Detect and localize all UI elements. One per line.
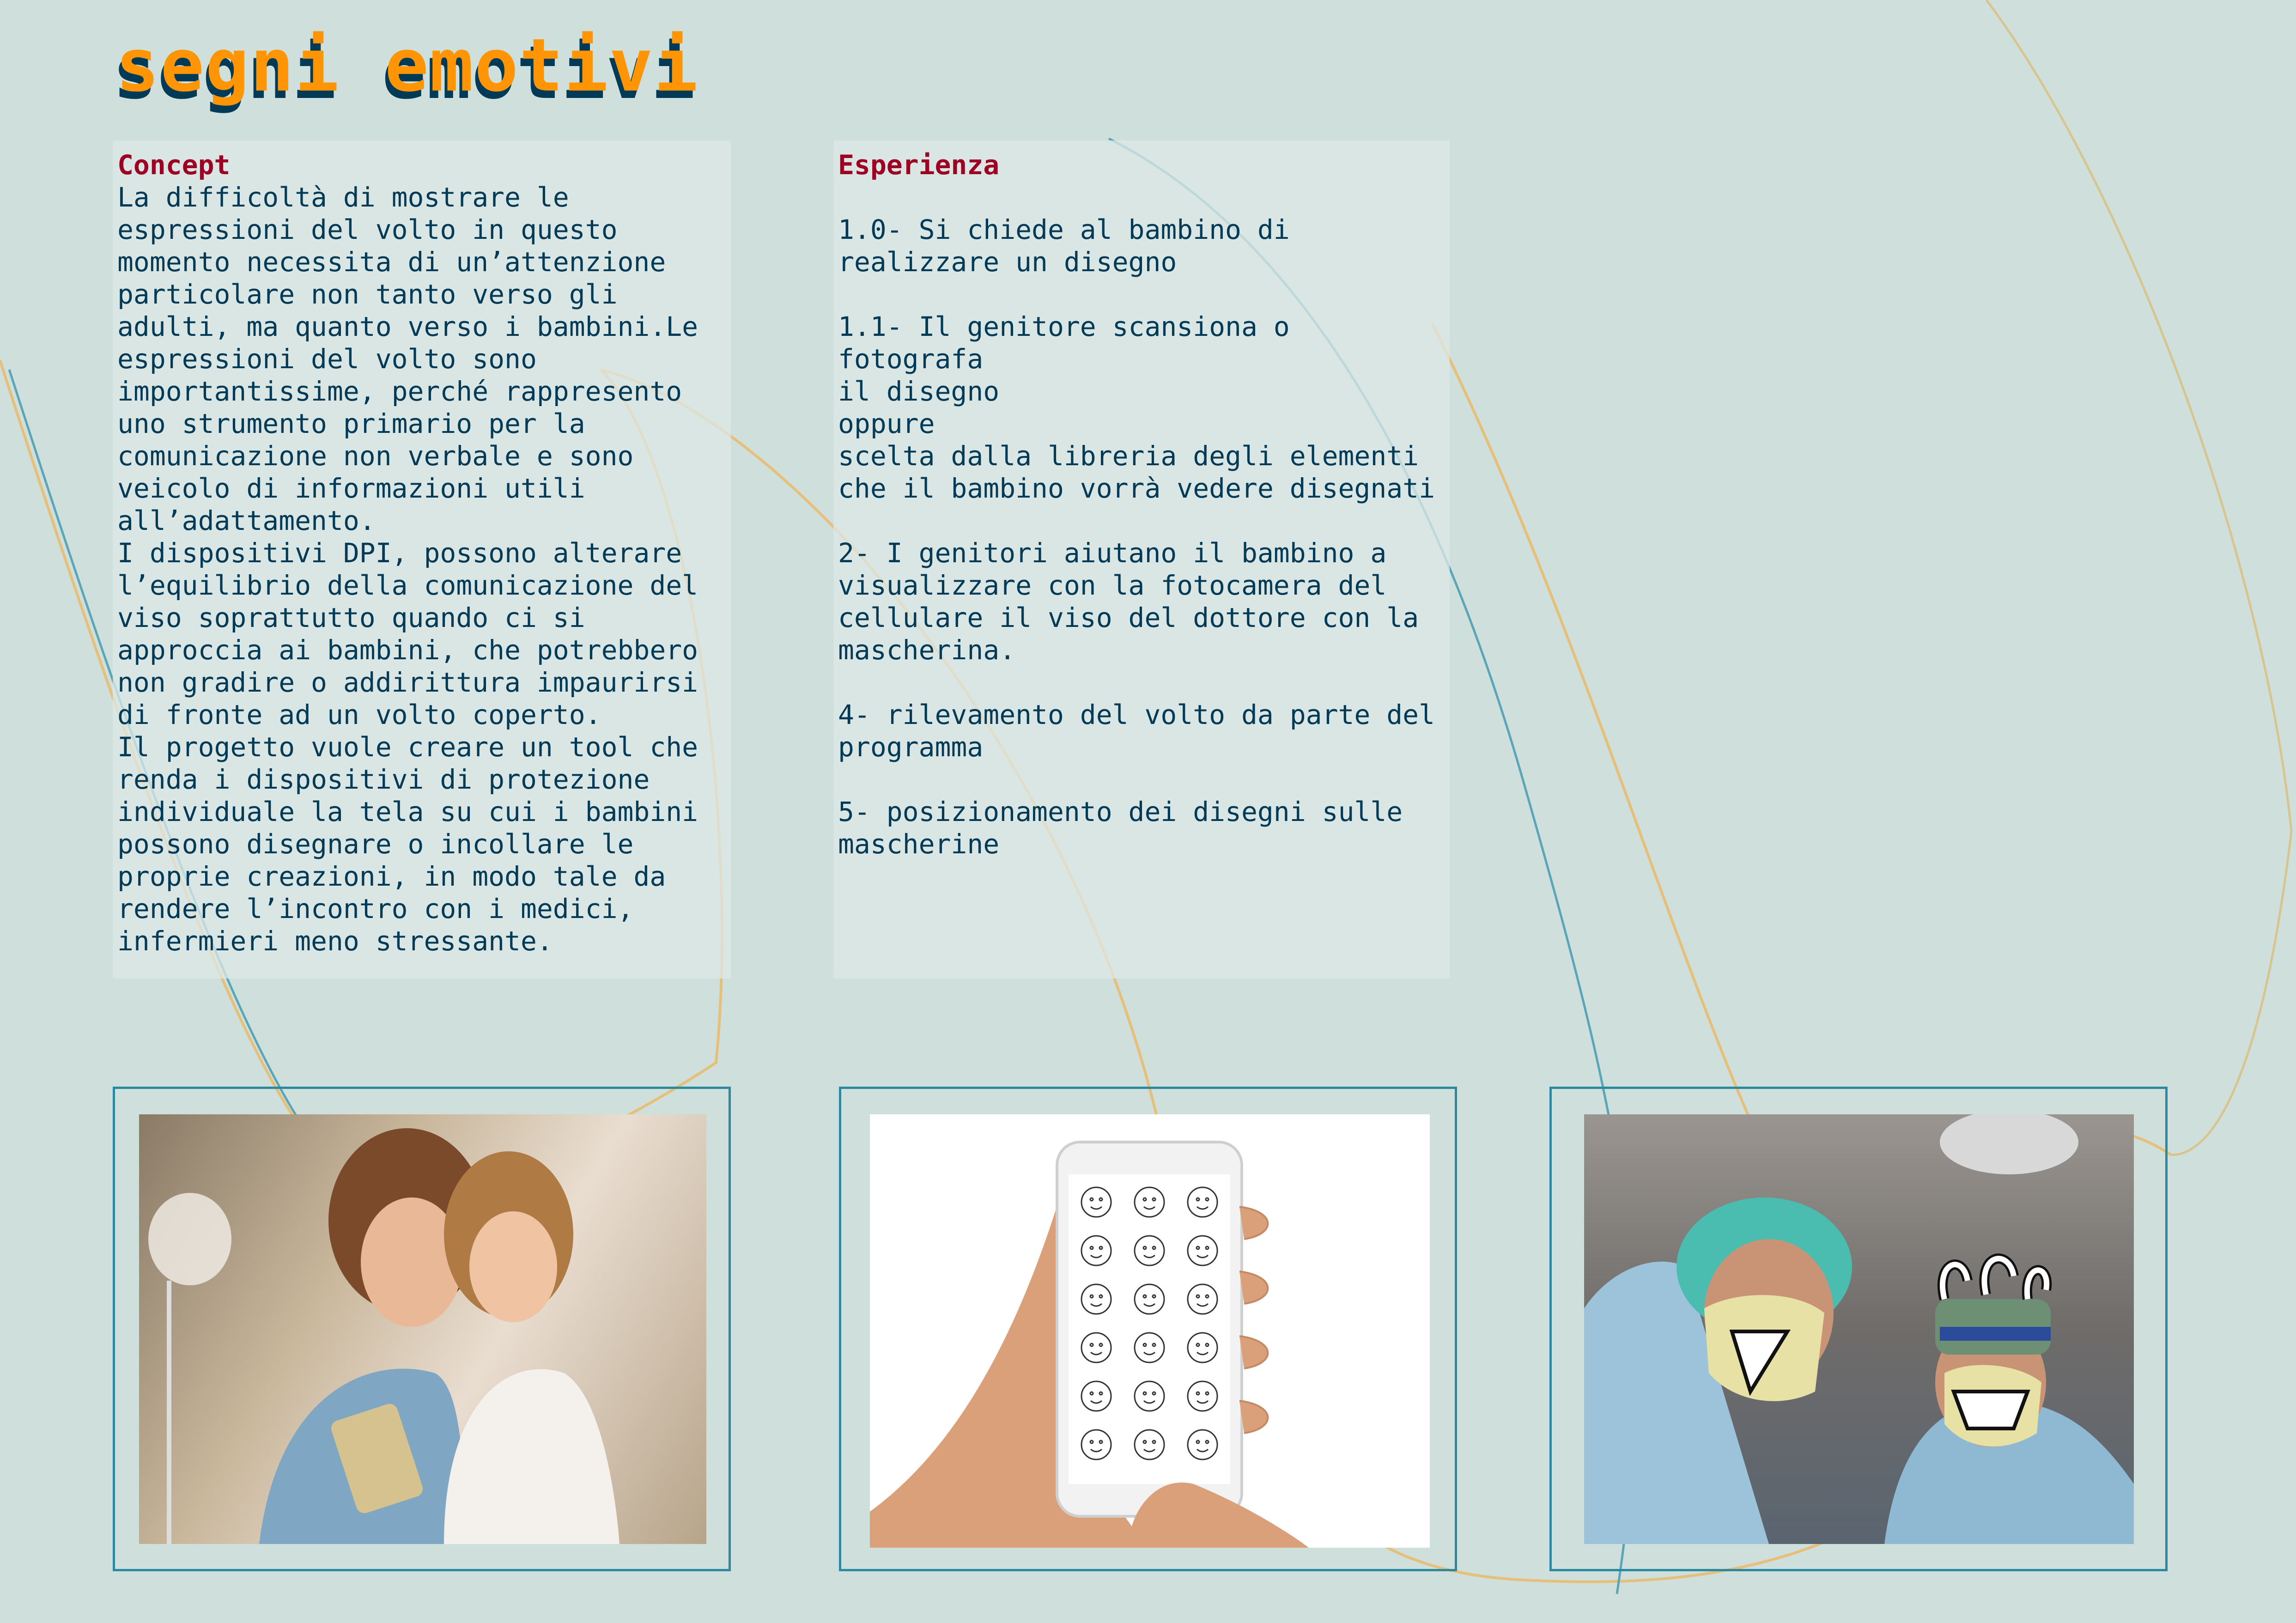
experience-panel: Esperienza 1.0- Si chiede al bambino di … — [833, 140, 1450, 979]
experience-heading: Esperienza — [838, 149, 1000, 181]
page-title: segni emotivi segni emotivi — [113, 23, 699, 115]
photo-frame-3 — [1549, 1087, 2168, 1571]
photo-frame-2 — [839, 1087, 1457, 1571]
doctors-illustration — [1584, 1114, 2134, 1544]
photo-phone-drawings — [870, 1114, 1430, 1548]
concept-heading: Concept — [117, 149, 231, 181]
mother-daughter-illustration — [148, 1128, 620, 1544]
photo-mother-daughter — [139, 1114, 706, 1544]
title-text: segni emotivi — [115, 23, 699, 108]
experience-text: 1.0- Si chiede al bambino di realizzare … — [838, 214, 1435, 860]
concept-text: La difficoltà di mostrare le espressioni… — [117, 182, 699, 957]
photo-frame-1 — [113, 1087, 731, 1571]
phone-with-faces-illustration — [870, 1141, 1309, 1548]
photo-doctors-masks — [1584, 1114, 2134, 1544]
concept-panel: Concept La difficoltà di mostrare le esp… — [113, 140, 731, 979]
